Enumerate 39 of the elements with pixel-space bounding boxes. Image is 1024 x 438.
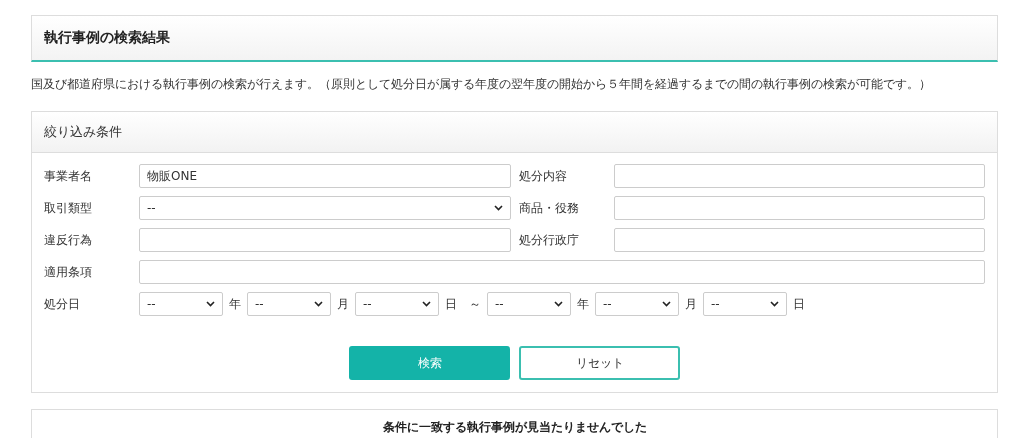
chevron-down-icon	[314, 301, 323, 307]
page-title: 執行事例の検索結果	[31, 15, 998, 62]
result-message: 条件に一致する執行事例が見当たりませんでした	[31, 409, 998, 438]
select-field[interactable]: --	[595, 292, 679, 316]
select-field[interactable]: --	[247, 292, 331, 316]
input-field[interactable]	[613, 164, 985, 188]
input-field[interactable]	[139, 260, 985, 284]
chevron-down-icon	[422, 301, 431, 307]
select-field[interactable]: --	[355, 292, 439, 316]
description-text: 国及び都道府県における執行事例の検索が行えます。（原則として処分日が属する年度の翌年度の開始から５年間を経過するまでの間の執行事例の検索が可能です。）	[31, 76, 932, 92]
reset-button[interactable]: リセット	[519, 346, 680, 380]
unit-label: 月	[337, 295, 349, 313]
field-label: 適用条項	[44, 263, 93, 281]
unit-label: 日	[793, 295, 805, 313]
input-field[interactable]: 物販ONE	[139, 164, 511, 188]
chevron-down-icon	[770, 301, 779, 307]
input-field[interactable]	[139, 228, 511, 252]
unit-label: ～	[469, 295, 481, 313]
chevron-down-icon	[662, 301, 671, 307]
select-field[interactable]: --	[139, 196, 511, 220]
unit-label: 月	[685, 295, 697, 313]
field-label: 事業者名	[44, 167, 93, 185]
field-label: 処分内容	[518, 167, 568, 185]
chevron-down-icon	[206, 301, 215, 307]
field-label: 違反行為	[44, 231, 93, 249]
unit-label: 年	[229, 295, 241, 313]
input-field[interactable]	[613, 228, 985, 252]
unit-label: 日	[445, 295, 457, 313]
select-field[interactable]: --	[487, 292, 571, 316]
field-label: 商品・役務	[518, 199, 580, 217]
field-label: 処分行政庁	[518, 231, 580, 249]
unit-label: 年	[577, 295, 589, 313]
select-field[interactable]: --	[703, 292, 787, 316]
field-label: 取引類型	[44, 199, 93, 217]
chevron-down-icon	[493, 205, 503, 211]
field-label: 処分日	[44, 295, 81, 313]
chevron-down-icon	[554, 301, 563, 307]
input-field[interactable]	[613, 196, 985, 220]
select-field[interactable]: --	[139, 292, 223, 316]
